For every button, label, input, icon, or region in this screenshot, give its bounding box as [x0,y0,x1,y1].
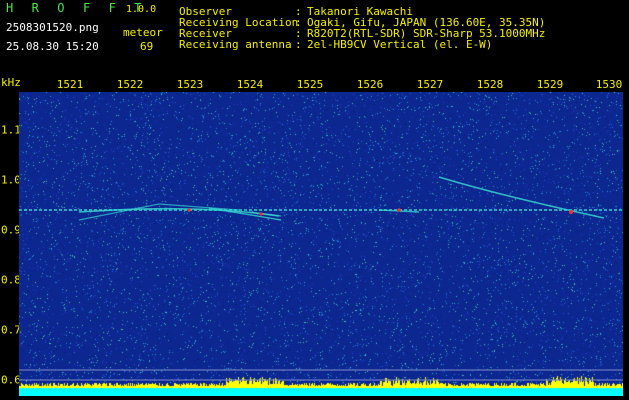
x-tick-label: 1524 [236,78,264,91]
echo-peak [187,208,191,212]
app-version: 1.0.0 [126,4,157,15]
y-tick-label: 1.1 [1,123,21,137]
info-value: 2el-HB9CV Vertical (el. E-W) [307,38,493,51]
info-label: Receiving antenna [179,38,292,51]
meteor-count: 69 [140,40,154,53]
date-time: 25.08.30 15:20 [6,40,99,53]
x-tick-label: 1525 [296,78,324,91]
file-name: 2508301520.png [6,21,99,34]
spectrogram-plot [19,92,623,396]
x-tick-label: 1529 [536,78,564,91]
info-antenna: Receiving antenna:2el-HB9CV Vertical (el… [179,39,492,50]
x-tick-label: 1523 [176,78,204,91]
x-axis-ticks: 1521 1522 1523 1524 1525 1526 1527 1528 … [0,79,629,93]
y-tick-label: 0.9 [1,223,21,237]
y-tick-label: 1.0 [1,173,21,187]
x-tick-label: 1522 [116,78,144,91]
x-tick-label: 1527 [416,78,444,91]
mode-label: meteor [123,26,163,39]
echo-peak [569,210,573,214]
echo-peak [259,212,263,216]
echo-peak [397,208,401,212]
info-separator: : [295,38,302,51]
y-tick-label: 0.6 [1,373,21,387]
x-tick-label: 1526 [356,78,384,91]
meteor-echo-trail [438,176,605,219]
x-tick-label: 1521 [56,78,84,91]
x-tick-label: 1530 [595,78,623,91]
y-tick-label: 0.7 [1,323,21,337]
y-tick-label: 0.8 [1,273,21,287]
echo-layer [19,176,623,381]
x-tick-label: 1528 [476,78,504,91]
meteor-echo-trail [78,203,240,221]
